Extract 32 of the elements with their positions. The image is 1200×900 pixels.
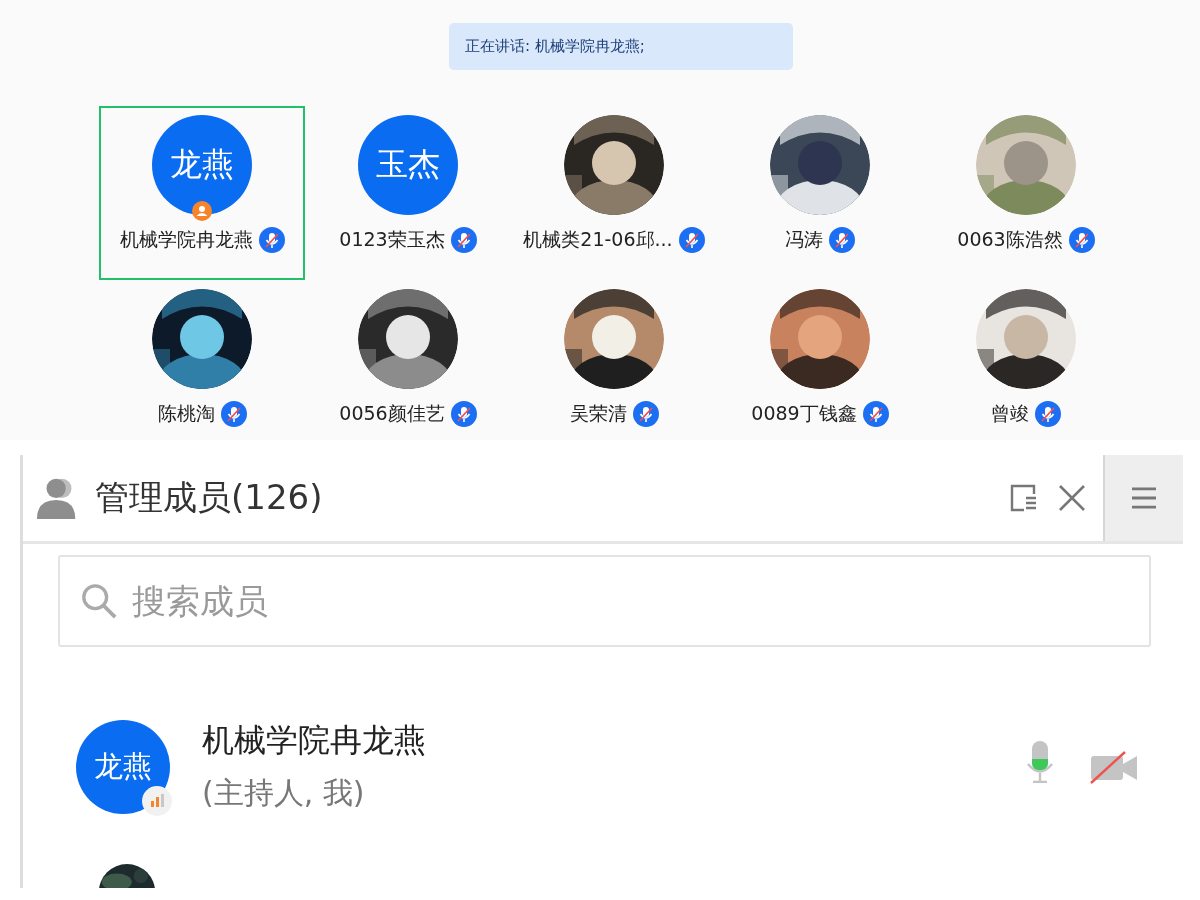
participant-tile[interactable]: 曾竣 xyxy=(923,280,1129,440)
participant-tile[interactable]: 0063陈浩然 xyxy=(923,106,1129,280)
avatar: 玉杰 xyxy=(358,115,458,215)
menu-icon xyxy=(1130,486,1158,510)
participant-name: 0089丁钱鑫 xyxy=(751,401,857,426)
speaking-banner: 正在讲话: 机械学院冉龙燕; xyxy=(449,23,793,70)
panel-title: 管理成员(126) xyxy=(95,476,323,519)
participant-name: 冯涛 xyxy=(785,227,823,252)
menu-button[interactable] xyxy=(1103,455,1183,541)
participant-name: 0123荣玉杰 xyxy=(339,227,445,252)
participant-tile[interactable]: 玉杰 0123荣玉杰 xyxy=(305,106,511,280)
member-name: 机械学院冉龙燕 xyxy=(202,720,426,761)
participant-tile[interactable]: 0089丁钱鑫 xyxy=(717,280,923,440)
search-icon xyxy=(80,582,118,620)
avatar: 龙燕 xyxy=(152,115,252,215)
participant-tile[interactable]: 冯涛 xyxy=(717,106,923,280)
participant-name: 机械类21-06邱... xyxy=(523,227,673,252)
participant-name: 0056颜佳艺 xyxy=(339,401,445,426)
participant-tile[interactable]: 龙燕 机械学院冉龙燕 xyxy=(99,106,305,280)
participant-name: 0063陈浩然 xyxy=(957,227,1063,252)
participant-name: 机械学院冉龙燕 xyxy=(119,227,253,252)
member-role: (主持人, 我) xyxy=(202,774,366,812)
search-field[interactable]: 搜索成员 xyxy=(58,555,1151,647)
participant-name: 吴荣清 xyxy=(569,401,627,426)
participant-tile[interactable]: 0056颜佳艺 xyxy=(305,280,511,440)
participant-tile[interactable]: 吴荣清 xyxy=(511,280,717,440)
participant-name: 陈桃淘 xyxy=(157,401,215,426)
participant-tile[interactable]: 陈桃淘 xyxy=(99,280,305,440)
avatar: 龙燕 xyxy=(76,719,170,814)
camera-off-icon[interactable] xyxy=(1089,749,1139,784)
participant-name: 曾竣 xyxy=(991,401,1029,426)
participant-tile[interactable]: 机械类21-06邱... xyxy=(511,106,717,280)
